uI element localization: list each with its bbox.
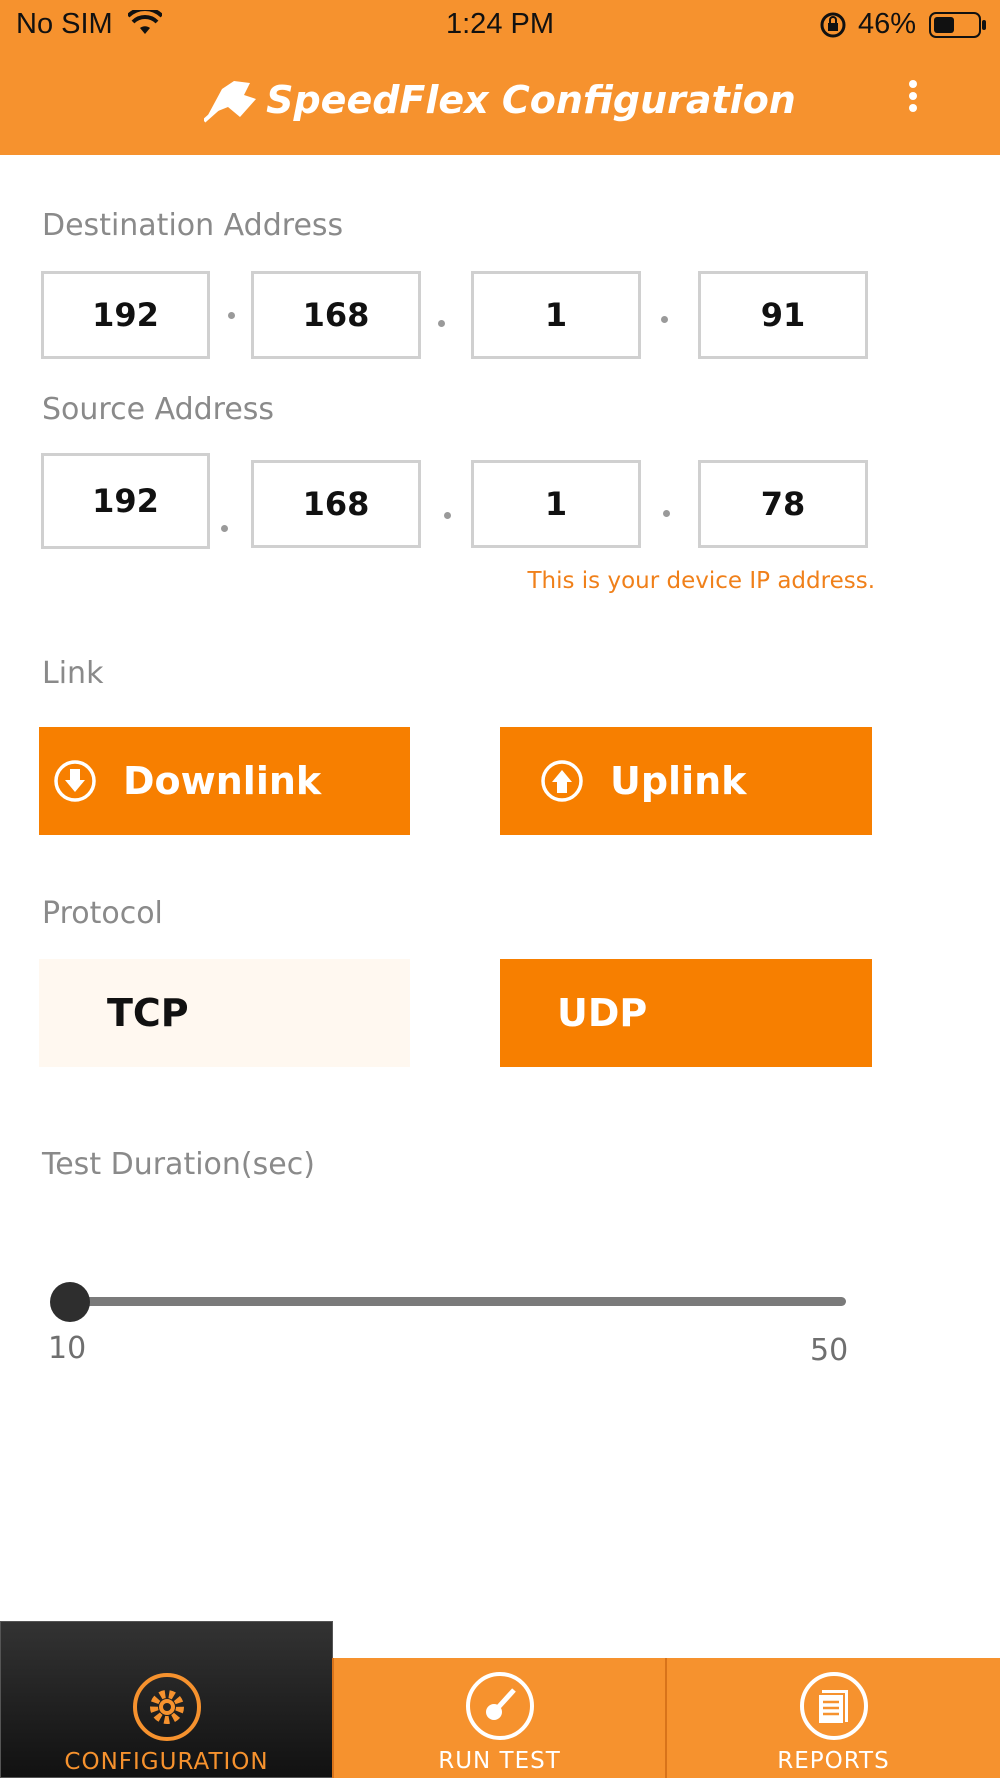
- source-label: Source Address: [42, 392, 275, 427]
- uplink-label: Uplink: [610, 759, 747, 803]
- uplink-button[interactable]: Uplink: [500, 727, 872, 835]
- ip-separator: [444, 512, 451, 519]
- duration-slider-track[interactable]: [70, 1297, 846, 1306]
- tab-reports-label: REPORTS: [777, 1748, 890, 1774]
- gear-icon: [132, 1673, 201, 1741]
- destination-octet-2[interactable]: 168: [251, 271, 421, 359]
- ip-separator: [228, 312, 235, 319]
- arrow-down-circle-icon: [54, 760, 96, 802]
- tcp-button[interactable]: TCP: [39, 959, 410, 1067]
- source-octet-2[interactable]: 168: [251, 460, 421, 548]
- tab-configuration-label: CONFIGURATION: [64, 1749, 269, 1775]
- arrow-up-circle-icon: [541, 760, 583, 802]
- udp-button[interactable]: UDP: [500, 959, 872, 1067]
- downlink-label: Downlink: [123, 759, 322, 803]
- link-label: Link: [42, 656, 104, 691]
- duration-max-label: 50: [810, 1333, 849, 1368]
- duration-min-label: 10: [48, 1331, 87, 1366]
- protocol-label: Protocol: [42, 896, 163, 931]
- ip-separator: [661, 316, 668, 323]
- downlink-button[interactable]: Downlink: [39, 727, 410, 835]
- duration-slider-thumb[interactable]: [50, 1282, 90, 1322]
- speedflex-logo-icon: [204, 81, 257, 123]
- clock: 1:24 PM: [446, 8, 554, 40]
- source-octet-1[interactable]: 192: [41, 453, 210, 549]
- battery-percent: 46%: [858, 8, 917, 40]
- rotation-lock-icon: [820, 12, 846, 38]
- tab-configuration[interactable]: CONFIGURATION: [0, 1621, 333, 1778]
- destination-octet-4[interactable]: 91: [698, 271, 868, 359]
- tcp-label: TCP: [107, 991, 189, 1035]
- app-title: SpeedFlex Configuration: [0, 72, 1000, 128]
- document-icon: [799, 1672, 868, 1740]
- app-title-text: SpeedFlex Configuration: [266, 78, 796, 122]
- tab-run-test-label: RUN TEST: [438, 1748, 561, 1774]
- destination-octet-1[interactable]: 192: [41, 271, 210, 359]
- gauge-icon: [465, 1672, 534, 1740]
- ip-separator: [663, 510, 670, 517]
- source-octet-3[interactable]: 1: [471, 460, 641, 548]
- ip-separator: [221, 525, 228, 532]
- battery-icon: [929, 12, 986, 38]
- ip-separator: [438, 320, 445, 327]
- source-octet-4[interactable]: 78: [698, 460, 868, 548]
- duration-label: Test Duration(sec): [42, 1147, 315, 1182]
- tab-run-test[interactable]: RUN TEST: [334, 1658, 665, 1778]
- destination-label: Destination Address: [42, 208, 344, 243]
- destination-octet-3[interactable]: 1: [471, 271, 641, 359]
- tab-reports[interactable]: REPORTS: [667, 1658, 1000, 1778]
- udp-label: UDP: [557, 991, 648, 1035]
- overflow-menu-icon[interactable]: [898, 80, 928, 120]
- device-ip-note: This is your device IP address.: [527, 568, 875, 594]
